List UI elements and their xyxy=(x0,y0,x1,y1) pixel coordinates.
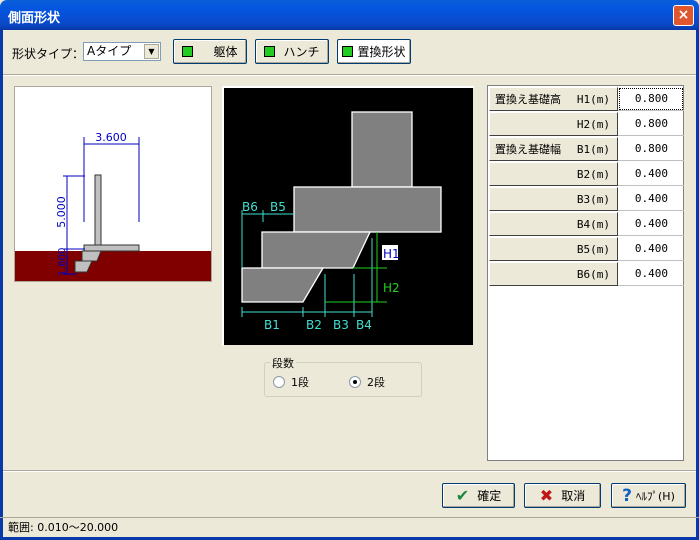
x-icon: ✖ xyxy=(539,486,554,505)
row-param: B3(m) xyxy=(576,192,610,206)
label-b6: B6 xyxy=(242,200,258,214)
table-row: H2(m) 0.800 xyxy=(489,112,684,137)
table-row: B5(m) 0.400 xyxy=(489,237,684,262)
help-button[interactable]: ? ﾍﾙﾌﾟ(H) xyxy=(611,483,686,508)
radio-1-step-label: 1段 xyxy=(291,376,309,389)
radio-selected-icon xyxy=(349,376,361,388)
value-cell[interactable]: 0.400 xyxy=(618,187,684,211)
chevron-down-icon[interactable]: ▼ xyxy=(144,44,159,59)
table-row: B2(m) 0.400 xyxy=(489,162,684,187)
overview-drawing: 3.600 5.000 1.600 xyxy=(15,131,211,283)
row-param: B1(m) xyxy=(576,142,610,156)
value-cell[interactable]: 0.400 xyxy=(618,212,684,236)
label-b1: B1 xyxy=(264,318,280,332)
wall-rect xyxy=(351,111,413,188)
label-b3: B3 xyxy=(333,318,349,332)
shape-type-value: Aタイプ xyxy=(87,44,132,58)
table-row: B6(m) 0.400 xyxy=(489,262,684,287)
label-b4: B4 xyxy=(356,318,372,332)
cancel-label: 取消 xyxy=(561,489,586,503)
separator xyxy=(3,470,696,472)
checkmark-icon: ✔ xyxy=(455,486,470,505)
value-cell[interactable]: 0.400 xyxy=(618,237,684,261)
wall-stem xyxy=(94,174,102,248)
radio-icon xyxy=(273,376,285,388)
row-group: 置換え基礎幅 xyxy=(495,143,561,156)
haunch-button-label: ハンチ xyxy=(283,45,320,59)
table-row: B4(m) 0.400 xyxy=(489,212,684,237)
radio-2-step-label: 2段 xyxy=(367,376,385,389)
height-dimension: 5.000 xyxy=(55,196,68,228)
title-bar xyxy=(0,0,699,30)
ground xyxy=(15,251,211,283)
shape-type-label: 形状タイプ： xyxy=(12,47,85,61)
body-button[interactable]: 躯体 xyxy=(173,39,247,64)
table-row: B3(m) 0.400 xyxy=(489,187,684,212)
separator xyxy=(3,74,696,76)
row-param: H1(m) xyxy=(576,92,610,106)
footing-rect xyxy=(293,186,442,233)
steps-group-label: 段数 xyxy=(270,355,296,371)
row-param: B6(m) xyxy=(576,267,610,281)
row-group: 置換え基礎高 xyxy=(495,93,561,106)
body-button-label: 躯体 xyxy=(213,45,238,59)
row-param: B2(m) xyxy=(576,167,610,181)
wall-base xyxy=(83,244,140,252)
green-square-icon xyxy=(264,46,276,57)
label-h2: H2 xyxy=(383,281,400,295)
shape-type-select[interactable]: Aタイプ ▼ xyxy=(83,42,161,61)
replacement-shape-button[interactable]: 置換形状 xyxy=(337,39,411,64)
foundation-dimension: 1.600 xyxy=(57,248,68,277)
value-cell[interactable]: 0.400 xyxy=(618,162,684,186)
replacement-shape-label: 置換形状 xyxy=(357,45,406,59)
green-square-icon xyxy=(182,46,194,57)
value-cell[interactable]: 0.800 xyxy=(618,112,684,136)
status-bar: 範囲: 0.010～20.000 xyxy=(0,517,699,537)
radio-1-step[interactable]: 1段 xyxy=(273,374,309,390)
window-title: 側面形状 xyxy=(8,11,61,26)
replacement-diagram-panel: B6 B5 B1 B2 B3 B4 H1 H2 xyxy=(222,86,475,347)
green-square-icon xyxy=(342,46,354,57)
label-h1: H1 xyxy=(383,247,400,261)
question-icon: ? xyxy=(622,485,632,506)
cancel-button[interactable]: ✖ 取消 xyxy=(524,483,601,508)
value-cell[interactable]: 0.400 xyxy=(618,262,684,286)
value-cell[interactable]: 0.800 xyxy=(618,137,684,161)
label-b2: B2 xyxy=(306,318,322,332)
close-button[interactable]: × xyxy=(673,5,694,26)
ok-button[interactable]: ✔ 確定 xyxy=(442,483,515,508)
replacement-layer-2 xyxy=(241,267,325,303)
row-param: B5(m) xyxy=(576,242,610,256)
haunch-button[interactable]: ハンチ xyxy=(255,39,329,64)
replacement-layer-1 xyxy=(261,231,372,269)
overview-panel: 3.600 5.000 1.600 xyxy=(14,86,212,283)
ok-label: 確定 xyxy=(477,489,502,503)
table-row: 置換え基礎高 H1(m) 0.800 xyxy=(489,87,684,112)
row-param: H2(m) xyxy=(576,117,610,131)
parameter-table: 置換え基礎高 H1(m) 0.800 H2(m) 0.800 置換え基礎幅 B1(m) 0… xyxy=(487,85,684,461)
table-row: 置換え基礎幅 B1(m) 0.800 xyxy=(489,137,684,162)
radio-2-step[interactable]: 2段 xyxy=(349,374,385,390)
label-b5: B5 xyxy=(270,200,286,214)
help-label: ﾍﾙﾌﾟ(H) xyxy=(636,489,675,503)
value-cell[interactable]: 0.800 xyxy=(618,87,684,111)
width-dimension: 3.600 xyxy=(95,131,127,144)
replacement-diagram: B6 B5 B1 B2 B3 B4 H1 H2 xyxy=(241,111,442,332)
row-param: B4(m) xyxy=(576,217,610,231)
